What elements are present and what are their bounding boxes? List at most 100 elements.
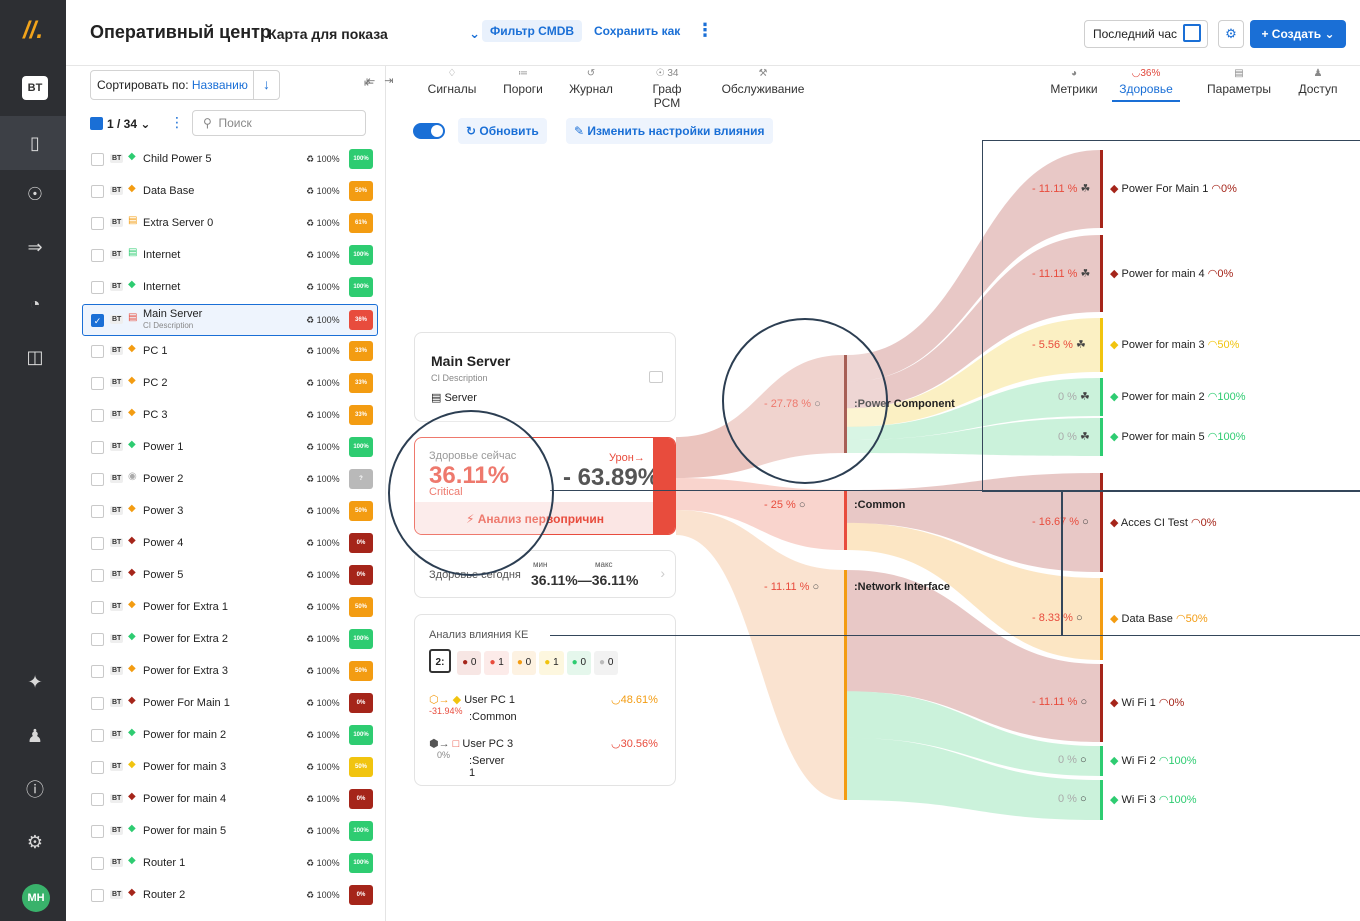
list-item[interactable]: BT ◆ Internet ♻ 100% 100% — [66, 272, 386, 304]
leaf-node-label[interactable]: ◆ Wi Fi 3 ◠100% — [1110, 793, 1197, 806]
tab-journal[interactable]: ↺ Журнал — [568, 66, 614, 102]
more-vertical-icon[interactable]: ⋮ — [696, 20, 714, 41]
save-as-button[interactable]: Сохранить как — [594, 24, 680, 38]
list-item[interactable]: BT ◆ Power for main 4 ♻ 100% 0% — [66, 784, 386, 816]
impact-chip[interactable]: ● 0 — [566, 651, 592, 675]
row-checkbox[interactable] — [91, 409, 104, 422]
row-checkbox[interactable] — [91, 761, 104, 774]
workflow-icon[interactable]: ◫ — [19, 341, 51, 373]
list-item[interactable]: BT ◆ Power for Extra 3 ♻ 100% 50% — [66, 656, 386, 688]
row-checkbox[interactable] — [91, 281, 104, 294]
leaf-node-bar[interactable] — [1100, 780, 1103, 820]
row-checkbox[interactable] — [91, 665, 104, 678]
tab-signals[interactable]: ♢ Сигналы — [426, 66, 478, 102]
leaf-node-label[interactable]: ◆ Wi Fi 1 ◠0% — [1110, 696, 1184, 709]
tab-rcm-graph[interactable]: ☉ 34 Граф РСМ — [638, 66, 696, 110]
row-checkbox[interactable]: ✓ — [91, 314, 104, 327]
row-checkbox[interactable] — [91, 633, 104, 646]
row-checkbox[interactable] — [91, 729, 104, 742]
app-logo[interactable]: //. — [17, 14, 49, 48]
impact-item[interactable]: ⬢→ □ User PC 3 0% :Server 1 ◡30.56% — [429, 737, 658, 779]
list-item[interactable]: BT ◆ Power for main 5 ♻ 100% 100% — [66, 816, 386, 848]
tab-maintenance[interactable]: ⚒ Обслуживание — [720, 66, 806, 102]
nodes-icon[interactable]: ☉ — [19, 178, 51, 210]
create-button[interactable]: + Создать ⌄ — [1250, 20, 1346, 48]
leaf-node-bar[interactable] — [1100, 664, 1103, 742]
impact-chip[interactable]: ● 0 — [511, 651, 537, 675]
list-item[interactable]: BT ◆ Data Base ♻ 100% 50% — [66, 176, 386, 208]
settings-button[interactable]: ⚙ — [1218, 20, 1244, 48]
list-item[interactable]: BT ◆ PC 2 ♻ 100% 33% — [66, 368, 386, 400]
list-item[interactable]: BT ◆ Power for main 2 ♻ 100% 100% — [66, 720, 386, 752]
list-item[interactable]: BT ◆ PC 1 ♻ 100% 33% — [66, 336, 386, 368]
impact-chip[interactable]: ● 1 — [539, 651, 564, 675]
expand-icon[interactable] — [649, 371, 663, 383]
row-checkbox[interactable] — [91, 569, 104, 582]
row-checkbox[interactable] — [91, 185, 104, 198]
list-item[interactable]: BT ◆ Power for main 3 ♻ 100% 50% — [66, 752, 386, 784]
list-item[interactable]: BT ▤ Extra Server 0 ♻ 100% 61% — [66, 208, 386, 240]
user-avatar[interactable]: MH — [22, 884, 50, 912]
row-checkbox[interactable] — [91, 473, 104, 486]
list-item[interactable]: ✓ BT ▤ Main Server CI Description ♻ 100% 36% — [82, 304, 378, 336]
row-checkbox[interactable] — [91, 601, 104, 614]
list-more-icon[interactable]: ⋮ — [170, 114, 184, 131]
settings-gear-icon[interactable]: ⚙ — [19, 826, 51, 858]
search-input[interactable]: ⚲ Поиск — [192, 110, 366, 136]
impact-chip[interactable]: ● 0 — [457, 651, 482, 675]
row-checkbox[interactable] — [91, 441, 104, 454]
row-checkbox[interactable] — [91, 697, 104, 710]
tab-parameters[interactable]: ▤ Параметры — [1206, 66, 1272, 102]
row-checkbox[interactable] — [91, 889, 104, 902]
list-item[interactable]: BT ▤ Internet ♻ 100% 100% — [66, 240, 386, 272]
users-group-icon[interactable]: ♟ — [19, 720, 51, 752]
row-checkbox[interactable] — [91, 505, 104, 518]
sort-direction-icon[interactable]: ↓ — [253, 70, 279, 100]
row-checkbox[interactable] — [91, 217, 104, 230]
tab-metrics[interactable]: ◕ Метрики — [1048, 66, 1100, 102]
nav-arrows[interactable]: ⇤ ⇥ — [366, 74, 394, 87]
impact-total[interactable]: 2: — [429, 649, 451, 673]
clipboard-icon[interactable]: ▯ — [19, 127, 51, 159]
row-checkbox[interactable] — [91, 537, 104, 550]
list-item[interactable]: BT ◆ Power 1 ♻ 100% 100% — [66, 432, 386, 464]
list-item[interactable]: BT ◆ Power 3 ♻ 100% 50% — [66, 496, 386, 528]
pie-chart-icon[interactable]: ◔ — [19, 288, 51, 320]
list-item[interactable]: BT ◆ Power for Extra 1 ♻ 100% 50% — [66, 592, 386, 624]
cmdb-filter-button[interactable]: Фильтр CMDB — [482, 20, 583, 42]
list-item[interactable]: BT ◉ Power 2 ♻ 100%? — [66, 464, 386, 496]
list-item[interactable]: BT ◆ Router 2 ♻ 100% 0% — [66, 880, 386, 912]
tab-access[interactable]: ♟ Доступ — [1296, 66, 1340, 102]
row-checkbox[interactable] — [91, 857, 104, 870]
help-icon[interactable]: ⓘ — [19, 774, 51, 806]
row-checkbox[interactable] — [91, 793, 104, 806]
list-item[interactable]: BT ◆ Router 1 ♻ 100% 100% — [66, 848, 386, 880]
auto-refresh-toggle[interactable] — [413, 123, 445, 139]
list-item[interactable]: BT ◆ PC 3 ♻ 100% 33% — [66, 400, 386, 432]
leaf-node-bar[interactable] — [1100, 746, 1103, 776]
selection-count[interactable]: 1 / 34 ⌄ — [90, 112, 162, 136]
magic-wand-icon[interactable]: ✦ — [19, 666, 51, 698]
stream-icon[interactable]: ⇒ — [19, 231, 51, 263]
select-all-checkbox[interactable] — [90, 117, 103, 130]
list-item[interactable]: BT ◆ Child Power 5 ♻ 100% 100% — [66, 144, 386, 176]
impact-chip[interactable]: ● 1 — [484, 651, 509, 675]
list-item[interactable]: BT ◆ Power 4 ♻ 100% 0% — [66, 528, 386, 560]
period-select[interactable]: Последний час — [1084, 20, 1208, 48]
workspace-badge[interactable]: BT — [22, 76, 48, 100]
row-checkbox[interactable] — [91, 153, 104, 166]
list-item[interactable]: BT ◆ Power For Main 1 ♻ 100% 0% — [66, 688, 386, 720]
row-checkbox[interactable] — [91, 825, 104, 838]
map-select[interactable]: Карта для показа ⌄ — [268, 20, 480, 48]
row-checkbox[interactable] — [91, 345, 104, 358]
tab-health[interactable]: ◡36% Здоровье — [1112, 66, 1180, 102]
impact-chip[interactable]: ● 0 — [594, 651, 619, 675]
row-checkbox[interactable] — [91, 377, 104, 390]
sort-control[interactable]: Сортировать по: Названию ↓ — [90, 70, 280, 100]
tab-thresholds[interactable]: ≔ Пороги — [500, 66, 546, 102]
impact-item[interactable]: ⬡→ ◆ User PC 1 -31.94% :Common ◡48.61% — [429, 693, 658, 723]
list-item[interactable]: BT ◆ Power for Extra 2 ♻ 100% 100% — [66, 624, 386, 656]
leaf-node-label[interactable]: ◆ Wi Fi 2 ◠100% — [1110, 754, 1197, 767]
list-item[interactable]: BT ◆ Power 5 ♻ 100% 0% — [66, 560, 386, 592]
row-checkbox[interactable] — [91, 249, 104, 262]
